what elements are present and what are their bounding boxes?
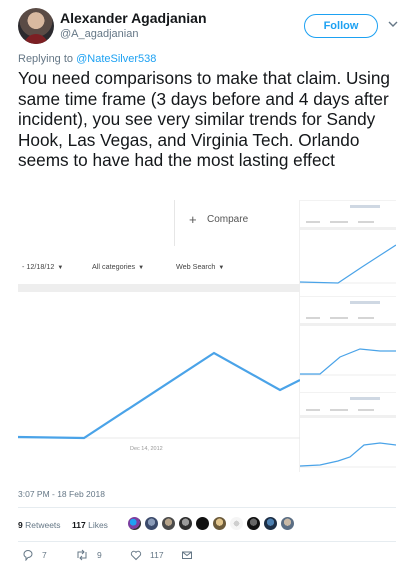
reply-icon (23, 550, 33, 561)
thumbnail-las-vegas[interactable] (300, 296, 396, 392)
avatar[interactable] (18, 8, 54, 44)
avatar[interactable] (280, 516, 295, 531)
reply-prefix: Replying to (18, 53, 74, 65)
avatar[interactable] (161, 516, 176, 531)
avatar[interactable] (212, 516, 227, 531)
divider (18, 541, 396, 542)
filter-divider (18, 284, 300, 292)
reply-context: Replying to @NateSilver538 (18, 53, 156, 65)
message-icon (182, 551, 192, 559)
like-icon (130, 550, 142, 561)
follow-button[interactable]: Follow (304, 14, 378, 38)
tweet-actions: 7 9 117 (18, 549, 218, 565)
caret-down-icon: ▼ (138, 265, 145, 271)
message-action[interactable] (181, 549, 201, 561)
tweet-media[interactable]: + Compare - 12/18/12 ▼ All categories ▼ We… (18, 200, 396, 472)
compare-area: + Compare (174, 200, 300, 246)
x-axis-label: Dec 14, 2012 (130, 446, 163, 452)
tweet-timestamp[interactable]: 3:07 PM - 18 Feb 2018 (18, 489, 105, 499)
like-action[interactable]: 117 (130, 549, 164, 561)
chevron-down-icon[interactable] (387, 18, 399, 30)
avatar[interactable] (127, 516, 142, 531)
like-count: 117 (150, 550, 164, 560)
thumb-chart (300, 205, 396, 284)
avatar[interactable] (144, 516, 159, 531)
author-names[interactable]: Alexander Agadjanian @A_agadjanian (60, 10, 207, 40)
tweet-header: Alexander Agadjanian @A_agadjanian Follo… (18, 8, 398, 44)
filter-row: - 12/18/12 ▼ All categories ▼ Web Search ▼ (18, 262, 300, 276)
trend-line (18, 351, 300, 440)
date-filter: - 12/18/12 ▼ (22, 262, 63, 271)
avatar[interactable] (195, 516, 210, 531)
trends-screenshot-main[interactable]: + Compare - 12/18/12 ▼ All categories ▼ We… (18, 200, 300, 472)
likes-count: 117 (72, 520, 86, 530)
avatar[interactable] (178, 516, 193, 531)
source-filter: Web Search ▼ (176, 262, 224, 271)
reply-count: 7 (42, 550, 47, 560)
retweets-count: 9 (18, 520, 23, 530)
category-filter-label: All categories (92, 262, 136, 271)
avatar[interactable] (263, 516, 278, 531)
avatar[interactable] (246, 516, 261, 531)
thumbnail-virginia-tech[interactable] (300, 392, 396, 472)
compare-label: Compare (207, 214, 249, 225)
display-name[interactable]: Alexander Agadjanian (60, 10, 207, 26)
likes-label: Likes (88, 520, 108, 530)
thumbnail-sandy-hook[interactable] (300, 200, 396, 296)
retweet-icon (77, 549, 87, 561)
retweet-action[interactable]: 9 (75, 549, 102, 561)
reply-action[interactable]: 7 (22, 549, 47, 561)
thumb-chart (300, 397, 396, 468)
date-filter-label: - 12/18/12 (22, 262, 55, 271)
retweets-stat[interactable]: 9 Retweets (18, 520, 61, 530)
divider (18, 507, 396, 508)
thumb-chart (300, 301, 396, 376)
handle[interactable]: @A_agadjanian (60, 28, 207, 40)
reply-mention-link[interactable]: @NateSilver538 (76, 53, 156, 65)
caret-down-icon: ▼ (57, 265, 64, 271)
comparison-thumbnails (300, 200, 396, 472)
tweet-text: You need comparisons to make that claim.… (18, 68, 390, 171)
avatar[interactable] (229, 516, 244, 531)
retweets-label: Retweets (25, 520, 61, 530)
plus-icon: + (189, 212, 197, 227)
retweet-count: 9 (97, 550, 102, 560)
category-filter: All categories ▼ (92, 262, 144, 271)
likes-stat[interactable]: 117 Likes (72, 520, 108, 530)
caret-down-icon: ▼ (218, 265, 225, 271)
trend-line-chart: Dec 14, 2012 (18, 351, 300, 452)
source-filter-label: Web Search (176, 262, 216, 271)
